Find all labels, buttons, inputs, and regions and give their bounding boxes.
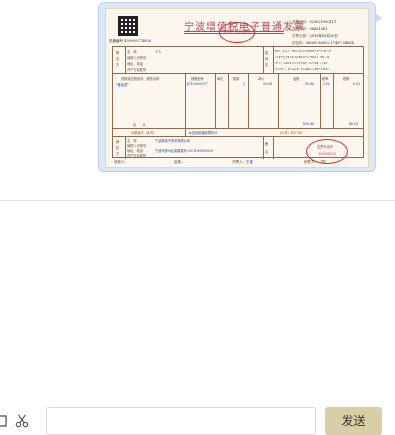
items-section: 货物或应税劳务、服务名称 规格型号 单位 数量 单价 金额 税率 税额 *食品类…: [113, 74, 363, 129]
buyer-section: 购 买 方 名 称 个人 纳税人识别号 地址、电话 开户行及账号 密 码 区 0…: [113, 47, 363, 74]
seal-text: 全国统一发票监制章: [223, 29, 251, 33]
scissors-icon[interactable]: [14, 414, 30, 428]
item-name: *食品类*: [116, 83, 129, 87]
message-input[interactable]: [46, 407, 316, 435]
meta-row: 发票号码：08831961: [292, 27, 328, 31]
folder-icon[interactable]: [0, 414, 8, 428]
chat-message-area: 机器编号 499099774806 宁波增值税电子普通发票 全国统一发票监制章 …: [0, 0, 395, 200]
meta-row: 开票日期：2019年05月25日: [292, 34, 338, 38]
meta-row: 发票代码：033021900111: [292, 20, 337, 24]
invoice-footer: 收款人： 复核： 开票人： 王某 销售方：（章）: [114, 160, 329, 164]
message-bubble-image[interactable]: 机器编号 499099774806 宁波增值税电子普通发票 全国统一发票监制章 …: [98, 2, 376, 172]
machine-number: 机器编号 499099774806: [109, 39, 151, 43]
seal-number: 30009109: [318, 152, 336, 156]
message-input-bar: 发送: [0, 200, 395, 435]
invoice-meta: 发票代码：033021900111 发票号码：08831961 开票日期：201…: [292, 19, 366, 47]
qr-code-icon: [118, 16, 138, 36]
total-words-row: 价税合计（大写） ⊗伍拾柒圆肆角玖分 （小写）¥57.49: [113, 129, 363, 137]
invoice-image[interactable]: 机器编号 499099774806 宁波增值税电子普通发票 全国统一发票监制章 …: [105, 8, 369, 168]
send-button[interactable]: 发送: [325, 407, 382, 435]
supervision-seal: 全国统一发票监制章: [219, 22, 255, 43]
